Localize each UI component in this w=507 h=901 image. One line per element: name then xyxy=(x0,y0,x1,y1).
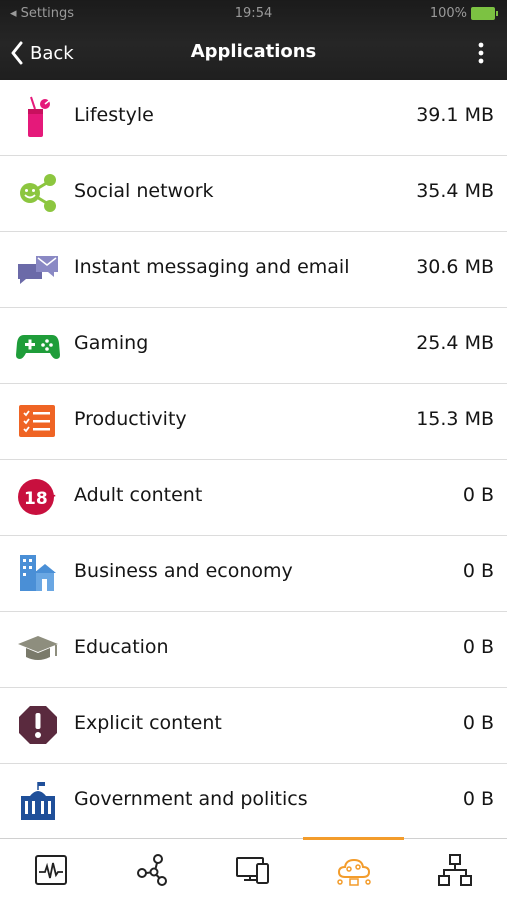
devices-icon xyxy=(236,857,269,884)
status-battery: 100% xyxy=(429,6,498,21)
tab-topology[interactable] xyxy=(404,839,505,901)
category-name: Adult content xyxy=(74,484,203,506)
status-bar: ◂ Settings 19:54 100% xyxy=(0,0,507,28)
activity-monitor-icon xyxy=(35,855,67,885)
checklist-icon xyxy=(19,405,55,437)
tab-devices[interactable] xyxy=(202,839,303,901)
list-item[interactable]: Lifestyle 39.1 MB xyxy=(0,80,507,156)
tab-activity[interactable] xyxy=(0,839,101,901)
list-item[interactable]: Government and politics 0 B xyxy=(0,764,507,840)
category-name: Explicit content xyxy=(74,712,222,734)
list-item[interactable]: Education 0 B xyxy=(0,612,507,688)
category-name: Gaming xyxy=(74,332,149,354)
nav-bar: Back Applications xyxy=(0,30,507,76)
category-size: 30.6 MB xyxy=(416,256,494,278)
header: ◂ Settings 19:54 100% Back Applications xyxy=(0,0,507,80)
category-size: 0 B xyxy=(462,560,494,582)
cocktail-icon xyxy=(28,96,51,137)
category-name: Lifestyle xyxy=(74,104,154,126)
tab-bar xyxy=(0,837,507,901)
chat-bubbles-icon xyxy=(18,256,58,284)
graduation-cap-icon xyxy=(18,636,58,660)
gamepad-icon xyxy=(16,335,60,359)
category-size: 35.4 MB xyxy=(416,180,494,202)
category-list: Lifestyle 39.1 MB Social network 35.4 MB… xyxy=(0,80,507,840)
category-size: 0 B xyxy=(462,712,494,734)
category-name: Government and politics xyxy=(74,788,308,810)
list-item[interactable]: Gaming 25.4 MB xyxy=(0,308,507,384)
tab-applications[interactable] xyxy=(303,837,404,901)
category-size: 25.4 MB xyxy=(416,332,494,354)
warning-octagon-icon xyxy=(19,706,57,744)
battery-percent: 100% xyxy=(429,6,467,21)
category-name: Social network xyxy=(74,180,214,202)
category-size: 0 B xyxy=(462,788,494,810)
category-size: 15.3 MB xyxy=(416,408,494,430)
applications-cloud-icon xyxy=(337,858,371,886)
category-name: Instant messaging and email xyxy=(74,256,350,278)
list-item[interactable]: 18 + Adult content 0 B xyxy=(0,460,507,536)
page-title: Applications xyxy=(190,41,317,62)
battery-icon xyxy=(471,7,498,20)
network-topology-icon xyxy=(438,854,472,886)
category-name: Education xyxy=(74,636,169,658)
more-options-icon[interactable] xyxy=(469,38,493,68)
list-item[interactable]: Productivity 15.3 MB xyxy=(0,384,507,460)
list-item[interactable]: Instant messaging and email 30.6 MB xyxy=(0,232,507,308)
social-network-icon xyxy=(20,174,56,212)
list-item[interactable]: Explicit content 0 B xyxy=(0,688,507,764)
category-name: Business and economy xyxy=(74,560,293,582)
svg-text:+: + xyxy=(45,488,57,504)
buildings-icon xyxy=(20,555,56,591)
category-size: 0 B xyxy=(462,636,494,658)
category-name: Productivity xyxy=(74,408,187,430)
category-size: 39.1 MB xyxy=(416,104,494,126)
eighteen-plus-icon: 18 + xyxy=(18,479,57,515)
tab-share[interactable] xyxy=(101,839,202,901)
share-nodes-icon xyxy=(137,854,167,886)
list-item[interactable]: Business and economy 0 B xyxy=(0,536,507,612)
list-item[interactable]: Social network 35.4 MB xyxy=(0,156,507,232)
category-size: 0 B xyxy=(462,484,494,506)
government-building-icon xyxy=(21,782,55,820)
